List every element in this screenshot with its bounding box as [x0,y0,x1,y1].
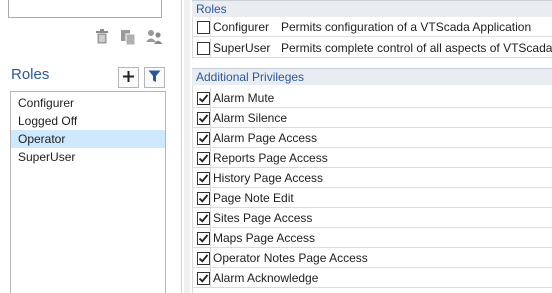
checkmark-icon [198,134,209,143]
privilege-row-maps-page-access[interactable]: Maps Page Access [192,228,552,248]
vertical-scrollbar[interactable] [184,0,190,293]
plus-icon [123,70,134,85]
checkmark-icon [198,114,209,123]
role-description: Permits complete control of all aspects … [281,41,552,55]
privilege-checkbox[interactable] [197,212,210,225]
privilege-checkbox[interactable] [197,172,210,185]
role-row-configurer[interactable]: Configurer Permits configuration of a VT… [192,17,552,37]
role-description-field[interactable] [8,0,162,18]
trash-icon [95,29,109,47]
privilege-checkbox[interactable] [197,132,210,145]
role-row-superuser[interactable]: SuperUser Permits complete control of al… [192,38,552,58]
filter-roles-button[interactable] [144,67,165,88]
privilege-row-operator-notes-page-access[interactable]: Operator Notes Page Access [192,248,552,268]
privilege-label: Maps Page Access [213,231,316,245]
copy-icon [120,29,136,48]
copy-role-button[interactable] [118,28,138,48]
checkmark-icon [198,254,209,263]
privilege-row-alarm-mute[interactable]: Alarm Mute [192,88,552,108]
privilege-label: Sites Page Access [213,211,313,225]
role-name: SuperUser [213,41,271,55]
panel-divider [181,0,182,293]
privilege-label: Operator Notes Page Access [213,251,368,265]
role-list[interactable]: Configurer Logged Off Operator SuperUser [10,91,166,293]
privilege-checkbox[interactable] [197,112,210,125]
privilege-label: Alarm Mute [213,91,275,105]
privilege-checkbox[interactable] [197,92,210,105]
privilege-row-alarm-silence[interactable]: Alarm Silence [192,108,552,128]
privilege-row-history-page-access[interactable]: History Page Access [192,168,552,188]
delete-role-button[interactable] [92,28,112,48]
privilege-row-page-note-edit[interactable]: Page Note Edit [192,188,552,208]
role-checkbox-superuser[interactable] [197,42,210,55]
checkmark-icon [198,274,209,283]
privilege-row-reports-page-access[interactable]: Reports Page Access [192,148,552,168]
roles-section-header: Roles [192,0,552,17]
privilege-checkbox[interactable] [197,192,210,205]
checkmark-icon [198,234,209,243]
privilege-checkbox[interactable] [197,272,210,285]
privilege-label: Reports Page Access [213,151,328,165]
role-list-item-superuser[interactable]: SuperUser [11,148,165,166]
role-list-item-operator[interactable]: Operator [11,130,165,148]
privilege-row-alarm-acknowledge[interactable]: Alarm Acknowledge [192,268,552,288]
privilege-checkbox[interactable] [197,252,210,265]
privilege-row-alarm-page-access[interactable]: Alarm Page Access [192,128,552,148]
privileges-section-header: Additional Privileges [192,68,552,85]
privilege-checkbox[interactable] [197,232,210,245]
users-icon [145,29,163,48]
privilege-checkbox[interactable] [197,152,210,165]
privilege-row-sites-page-access[interactable]: Sites Page Access [192,208,552,228]
roles-heading: Roles [11,66,50,83]
role-description: Permits configuration of a VTScada Appli… [281,20,532,34]
checkmark-icon [198,174,209,183]
privilege-label: Page Note Edit [213,191,294,205]
role-list-item-logged-off[interactable]: Logged Off [11,112,165,130]
privilege-label: Alarm Silence [213,111,288,125]
privilege-label: Alarm Acknowledge [213,271,319,285]
role-members-button[interactable] [144,28,164,48]
role-list-item-configurer[interactable]: Configurer [11,94,165,112]
privilege-label: History Page Access [213,171,324,185]
role-checkbox-configurer[interactable] [197,21,210,34]
checkmark-icon [198,154,209,163]
checkmark-icon [198,214,209,223]
role-name: Configurer [213,20,270,34]
add-role-button[interactable] [118,67,139,88]
filter-icon [148,70,161,86]
checkmark-icon [198,194,209,203]
privilege-label: Alarm Page Access [213,131,318,145]
checkmark-icon [198,94,209,103]
